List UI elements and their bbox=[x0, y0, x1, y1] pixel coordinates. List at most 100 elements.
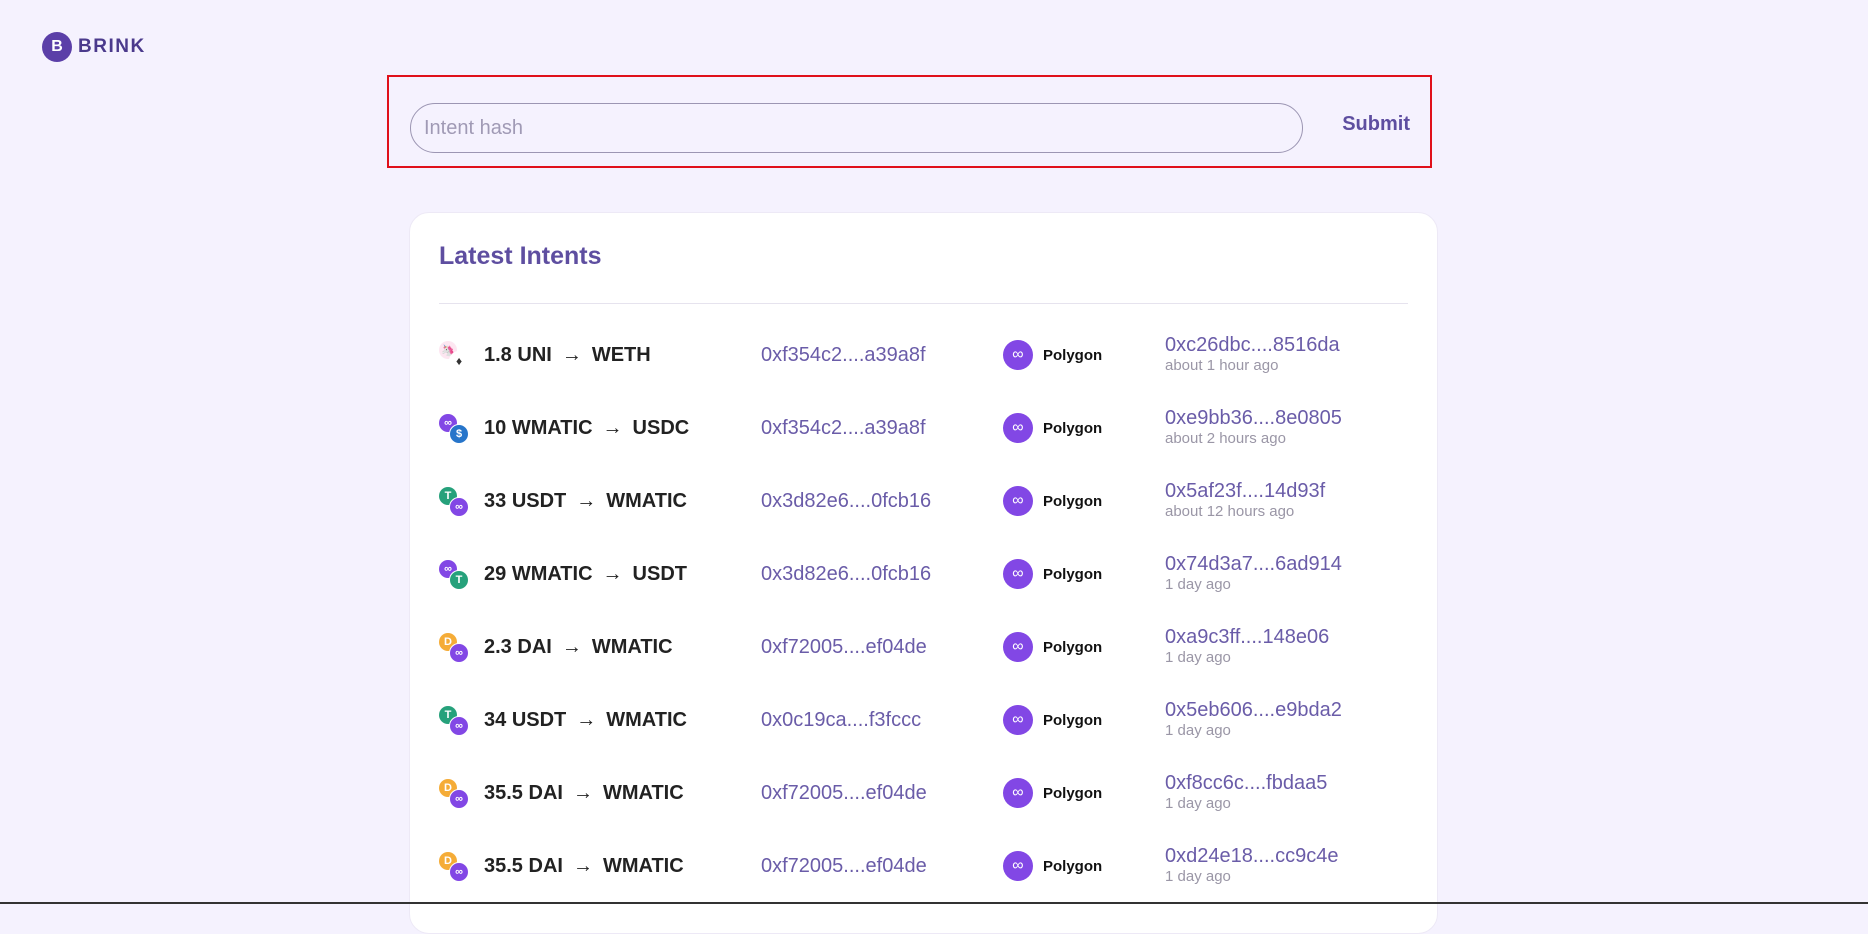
intent-hash-cell: 0x5af23f....14d93f about 12 hours ago bbox=[1165, 479, 1325, 521]
token-pair-icons: D ∞ bbox=[439, 633, 469, 663]
network-badge: ∞ Polygon bbox=[1003, 851, 1102, 881]
network-label: Polygon bbox=[1043, 638, 1103, 656]
intent-hash-cell: 0xc26dbc....8516da about 1 hour ago bbox=[1165, 333, 1340, 375]
intent-hash-cell: 0xa9c3ff....148e06 1 day ago bbox=[1165, 625, 1329, 667]
wmatic-icon: ∞ bbox=[449, 862, 469, 882]
signer-address-link[interactable]: 0x3d82e6....0fcb16 bbox=[761, 471, 931, 531]
signer-address-link[interactable]: 0x0c19ca....f3fccc bbox=[761, 690, 921, 750]
token-pair: 29 WMATIC → USDT bbox=[484, 544, 687, 604]
wmatic-icon: ∞ bbox=[449, 643, 469, 663]
signer-address-link[interactable]: 0xf72005....ef04de bbox=[761, 617, 927, 677]
token-pair-icons: D ∞ bbox=[439, 852, 469, 882]
token-pair: 34 USDT → WMATIC bbox=[484, 690, 687, 750]
network-badge: ∞ Polygon bbox=[1003, 778, 1102, 808]
brink-logo-icon: B bbox=[42, 32, 72, 62]
network-badge: ∞ Polygon bbox=[1003, 340, 1102, 370]
token-pair-icons: ∞ $ bbox=[439, 414, 469, 444]
intent-hash-link[interactable]: 0xe9bb36....8e0805 bbox=[1165, 406, 1342, 430]
intent-row[interactable]: D ∞ 35.5 DAI → WMATIC 0xf72005....ef04de ∞… bbox=[439, 763, 1409, 823]
intent-hash-cell: 0x5eb606....e9bda2 1 day ago bbox=[1165, 698, 1342, 740]
amount: 1.8 bbox=[484, 344, 512, 366]
network-badge: ∞ Polygon bbox=[1003, 632, 1102, 662]
intent-row[interactable]: 🦄 ♦ 1.8 UNI → WETH 0xf354c2....a39a8f ∞ Po… bbox=[439, 325, 1409, 385]
amount: 34 bbox=[484, 709, 507, 731]
from-token: WMATIC bbox=[511, 563, 593, 585]
intent-hash-cell: 0xd24e18....cc9c4e 1 day ago bbox=[1165, 844, 1338, 886]
arrow-right-icon: → bbox=[602, 563, 623, 585]
from-token: USDT bbox=[511, 709, 567, 731]
arrow-right-icon: → bbox=[576, 490, 597, 512]
from-token: UNI bbox=[517, 344, 552, 366]
amount: 33 bbox=[484, 490, 507, 512]
intent-search-form: Submit bbox=[387, 75, 1432, 168]
signer-address-link[interactable]: 0xf72005....ef04de bbox=[761, 763, 927, 823]
intent-hash-cell: 0x74d3a7....6ad914 1 day ago bbox=[1165, 552, 1342, 594]
signer-address-link[interactable]: 0xf72005....ef04de bbox=[761, 836, 927, 896]
signer-address-link[interactable]: 0xf354c2....a39a8f bbox=[761, 398, 926, 458]
from-token: DAI bbox=[528, 782, 563, 804]
to-token: WETH bbox=[591, 344, 651, 366]
intent-hash-link[interactable]: 0xc26dbc....8516da bbox=[1165, 333, 1340, 357]
token-pair: 2.3 DAI → WMATIC bbox=[484, 617, 673, 677]
wmatic-icon: ∞ bbox=[449, 497, 469, 517]
network-label: Polygon bbox=[1043, 857, 1103, 875]
network-badge: ∞ Polygon bbox=[1003, 413, 1102, 443]
amount: 29 bbox=[484, 563, 507, 585]
intent-row[interactable]: T ∞ 34 USDT → WMATIC 0x0c19ca....f3fccc ∞ … bbox=[439, 690, 1409, 750]
token-pair-icons: D ∞ bbox=[439, 779, 469, 809]
timestamp: 1 day ago bbox=[1165, 722, 1231, 739]
polygon-icon: ∞ bbox=[1003, 340, 1033, 370]
submit-button[interactable]: Submit bbox=[1342, 113, 1410, 136]
signer-address-link[interactable]: 0x3d82e6....0fcb16 bbox=[761, 544, 931, 604]
intent-row[interactable]: D ∞ 35.5 DAI → WMATIC 0xf72005....ef04de ∞… bbox=[439, 836, 1409, 896]
amount: 35.5 bbox=[484, 782, 523, 804]
token-pair: 33 USDT → WMATIC bbox=[484, 471, 687, 531]
intent-hash-link[interactable]: 0xa9c3ff....148e06 bbox=[1165, 625, 1329, 649]
to-token: WMATIC bbox=[606, 490, 687, 512]
intent-hash-link[interactable]: 0xd24e18....cc9c4e bbox=[1165, 844, 1338, 868]
intent-hash-link[interactable]: 0x74d3a7....6ad914 bbox=[1165, 552, 1342, 576]
token-pair-icons: ∞ T bbox=[439, 560, 469, 590]
amount: 2.3 bbox=[484, 636, 512, 658]
network-label: Polygon bbox=[1043, 565, 1103, 583]
polygon-icon: ∞ bbox=[1003, 559, 1033, 589]
timestamp: about 12 hours ago bbox=[1165, 503, 1295, 520]
intent-hash-cell: 0xe9bb36....8e0805 about 2 hours ago bbox=[1165, 406, 1342, 448]
network-badge: ∞ Polygon bbox=[1003, 705, 1102, 735]
network-label: Polygon bbox=[1043, 419, 1103, 437]
polygon-icon: ∞ bbox=[1003, 705, 1033, 735]
network-label: Polygon bbox=[1043, 492, 1103, 510]
network-label: Polygon bbox=[1043, 711, 1103, 729]
intent-hash-link[interactable]: 0x5af23f....14d93f bbox=[1165, 479, 1325, 503]
brand-logo[interactable]: B BRINK bbox=[42, 32, 146, 62]
token-pair: 10 WMATIC → USDC bbox=[484, 398, 689, 458]
arrow-right-icon: → bbox=[561, 344, 582, 366]
polygon-icon: ∞ bbox=[1003, 486, 1033, 516]
polygon-icon: ∞ bbox=[1003, 632, 1033, 662]
weth-icon: ♦ bbox=[449, 351, 469, 371]
token-pair: 35.5 DAI → WMATIC bbox=[484, 836, 684, 896]
to-token: WMATIC bbox=[602, 782, 684, 804]
intent-row[interactable]: ∞ T 29 WMATIC → USDT 0x3d82e6....0fcb16 ∞ … bbox=[439, 544, 1409, 604]
intent-hash-link[interactable]: 0x5eb606....e9bda2 bbox=[1165, 698, 1342, 722]
timestamp: 1 day ago bbox=[1165, 649, 1231, 666]
latest-intents-card: Latest Intents 🦄 ♦ 1.8 UNI → WETH 0xf354c2… bbox=[409, 212, 1438, 934]
intent-row[interactable]: T ∞ 33 USDT → WMATIC 0x3d82e6....0fcb16 ∞ … bbox=[439, 471, 1409, 531]
to-token: WMATIC bbox=[606, 709, 687, 731]
intent-row[interactable]: ∞ $ 10 WMATIC → USDC 0xf354c2....a39a8f ∞ … bbox=[439, 398, 1409, 458]
network-badge: ∞ Polygon bbox=[1003, 486, 1102, 516]
signer-address-link[interactable]: 0xf354c2....a39a8f bbox=[761, 325, 926, 385]
brand-name: BRINK bbox=[78, 36, 146, 57]
timestamp: 1 day ago bbox=[1165, 576, 1231, 593]
timestamp: about 1 hour ago bbox=[1165, 357, 1279, 374]
intent-hash-link[interactable]: 0xf8cc6c....fbdaa5 bbox=[1165, 771, 1327, 795]
divider bbox=[439, 303, 1408, 304]
arrow-right-icon: → bbox=[576, 709, 597, 731]
intent-hash-input[interactable] bbox=[410, 103, 1303, 153]
timestamp: about 2 hours ago bbox=[1165, 430, 1286, 447]
polygon-icon: ∞ bbox=[1003, 413, 1033, 443]
usdc-icon: $ bbox=[449, 424, 469, 444]
token-pair-icons: T ∞ bbox=[439, 487, 469, 517]
arrow-right-icon: → bbox=[561, 636, 582, 658]
intent-row[interactable]: D ∞ 2.3 DAI → WMATIC 0xf72005....ef04de ∞ … bbox=[439, 617, 1409, 677]
